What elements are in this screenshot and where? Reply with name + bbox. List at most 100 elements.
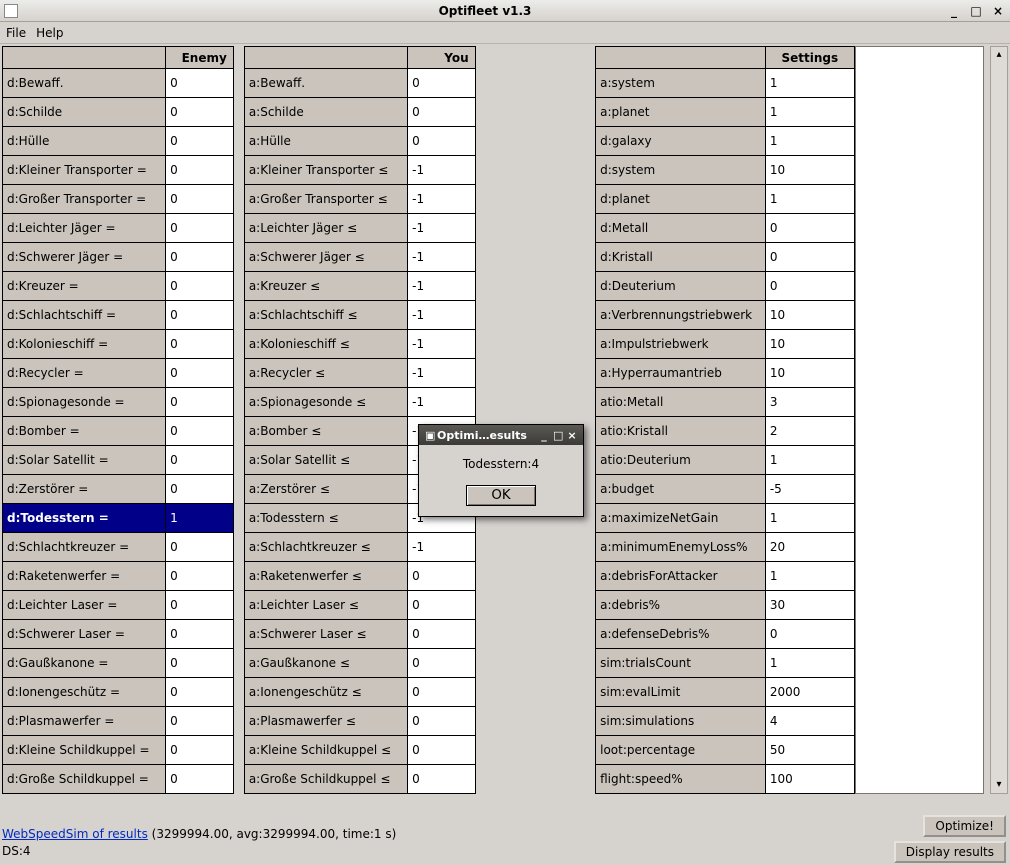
row-label[interactable]: a:minimumEnemyLoss% [596, 533, 766, 562]
row-label[interactable]: d:galaxy [596, 127, 766, 156]
row-value[interactable]: 0 [408, 69, 475, 98]
row-label[interactable]: a:Kleiner Transporter ≤ [244, 156, 407, 185]
row-label[interactable]: a:Bewaff. [244, 69, 407, 98]
row-value[interactable]: 0 [408, 562, 475, 591]
row-value[interactable]: -1 [408, 214, 475, 243]
row-label[interactable]: a:Großer Transporter ≤ [244, 185, 407, 214]
row-label[interactable]: a:Leichter Jäger ≤ [244, 214, 407, 243]
row-label[interactable]: d:Schwerer Laser = [3, 620, 166, 649]
row-value[interactable]: 0 [765, 243, 854, 272]
row-value[interactable]: 0 [166, 562, 234, 591]
maximize-icon[interactable]: □ [968, 4, 984, 18]
row-value[interactable]: 0 [166, 185, 234, 214]
row-value[interactable]: 0 [166, 301, 234, 330]
row-label[interactable]: a:defenseDebris% [596, 620, 766, 649]
row-label[interactable]: a:Kleine Schildkuppel ≤ [244, 736, 407, 765]
row-label[interactable]: d:Hülle [3, 127, 166, 156]
row-label[interactable]: d:Großer Transporter = [3, 185, 166, 214]
row-label[interactable]: sim:simulations [596, 707, 766, 736]
row-value[interactable]: 1 [765, 649, 854, 678]
row-value[interactable]: 30 [765, 591, 854, 620]
row-value[interactable]: 0 [166, 678, 234, 707]
row-label[interactable]: a:Kolonieschiff ≤ [244, 330, 407, 359]
row-value[interactable]: 0 [166, 417, 234, 446]
row-value[interactable]: 0 [166, 446, 234, 475]
row-value[interactable]: 20 [765, 533, 854, 562]
row-value[interactable]: 0 [408, 678, 475, 707]
row-value[interactable]: -1 [408, 533, 475, 562]
row-value[interactable]: 0 [765, 214, 854, 243]
row-label[interactable]: d:Leichter Laser = [3, 591, 166, 620]
row-label[interactable]: atio:Deuterium [596, 446, 766, 475]
row-value[interactable]: 50 [765, 736, 854, 765]
row-value[interactable]: 10 [765, 359, 854, 388]
row-label[interactable]: a:Große Schildkuppel ≤ [244, 765, 407, 794]
row-label[interactable]: a:planet [596, 98, 766, 127]
row-label[interactable]: d:Schlachtschiff = [3, 301, 166, 330]
row-label[interactable]: a:Schlachtkreuzer ≤ [244, 533, 407, 562]
row-value[interactable]: 0 [166, 388, 234, 417]
row-label[interactable]: d:Recycler = [3, 359, 166, 388]
row-label[interactable]: a:Leichter Laser ≤ [244, 591, 407, 620]
row-label[interactable]: d:Große Schildkuppel = [3, 765, 166, 794]
row-value[interactable]: 0 [408, 736, 475, 765]
close-icon[interactable]: × [990, 4, 1006, 18]
row-label[interactable]: a:Recycler ≤ [244, 359, 407, 388]
row-value[interactable]: 0 [166, 214, 234, 243]
row-value[interactable]: 0 [166, 330, 234, 359]
row-value[interactable]: 0 [765, 620, 854, 649]
row-label[interactable]: a:Impulstriebwerk [596, 330, 766, 359]
row-value[interactable]: 0 [166, 272, 234, 301]
row-label[interactable]: d:Kolonieschiff = [3, 330, 166, 359]
dialog-close-icon[interactable]: × [565, 429, 579, 442]
row-value[interactable]: 0 [408, 591, 475, 620]
row-value[interactable]: 0 [408, 127, 475, 156]
row-label[interactable]: atio:Metall [596, 388, 766, 417]
row-label[interactable]: a:debrisForAttacker [596, 562, 766, 591]
row-label[interactable]: d:Schlachtkreuzer = [3, 533, 166, 562]
row-label[interactable]: d:Solar Satellit = [3, 446, 166, 475]
row-value[interactable]: 0 [408, 765, 475, 794]
row-value[interactable]: 0 [166, 591, 234, 620]
row-value[interactable]: 10 [765, 301, 854, 330]
row-label[interactable]: d:Kleiner Transporter = [3, 156, 166, 185]
row-label[interactable]: d:Spionagesonde = [3, 388, 166, 417]
row-value[interactable]: -5 [765, 475, 854, 504]
row-value[interactable]: 0 [166, 736, 234, 765]
row-label[interactable]: atio:Kristall [596, 417, 766, 446]
row-label[interactable]: sim:trialsCount [596, 649, 766, 678]
row-label[interactable]: a:Hyperraumantrieb [596, 359, 766, 388]
row-label[interactable]: d:Leichter Jäger = [3, 214, 166, 243]
display-results-button[interactable]: Display results [894, 841, 1006, 863]
row-label[interactable]: d:Plasmawerfer = [3, 707, 166, 736]
row-value[interactable]: 0 [166, 69, 234, 98]
row-label[interactable]: a:debris% [596, 591, 766, 620]
row-label[interactable]: a:Solar Satellit ≤ [244, 446, 407, 475]
row-value[interactable]: -1 [408, 185, 475, 214]
row-label[interactable]: a:Ionengeschütz ≤ [244, 678, 407, 707]
row-label[interactable]: d:Schilde [3, 98, 166, 127]
row-label[interactable]: d:Metall [596, 214, 766, 243]
row-value[interactable]: 1 [765, 185, 854, 214]
dialog-maximize-icon[interactable]: □ [551, 429, 565, 442]
menu-file[interactable]: File [6, 26, 26, 40]
row-label[interactable]: a:Todesstern ≤ [244, 504, 407, 533]
row-label[interactable]: d:system [596, 156, 766, 185]
row-label[interactable]: a:Hülle [244, 127, 407, 156]
row-value[interactable]: 100 [765, 765, 854, 794]
row-label[interactable]: a:Schwerer Jäger ≤ [244, 243, 407, 272]
row-label[interactable]: a:Bomber ≤ [244, 417, 407, 446]
row-value[interactable]: 1 [765, 98, 854, 127]
row-value[interactable]: 0 [166, 707, 234, 736]
menu-help[interactable]: Help [36, 26, 63, 40]
row-label[interactable]: d:Ionengeschütz = [3, 678, 166, 707]
row-value[interactable]: 0 [408, 620, 475, 649]
row-label[interactable]: d:Raketenwerfer = [3, 562, 166, 591]
row-label[interactable]: a:system [596, 69, 766, 98]
scroll-down-icon[interactable]: ▾ [991, 777, 1007, 793]
row-value[interactable]: 0 [166, 359, 234, 388]
row-label[interactable]: a:Schlachtschiff ≤ [244, 301, 407, 330]
row-value[interactable]: 0 [166, 127, 234, 156]
webspeedsim-link[interactable]: WebSpeedSim of results [2, 827, 148, 841]
settings-scrollbar[interactable]: ▴ ▾ [990, 46, 1008, 794]
